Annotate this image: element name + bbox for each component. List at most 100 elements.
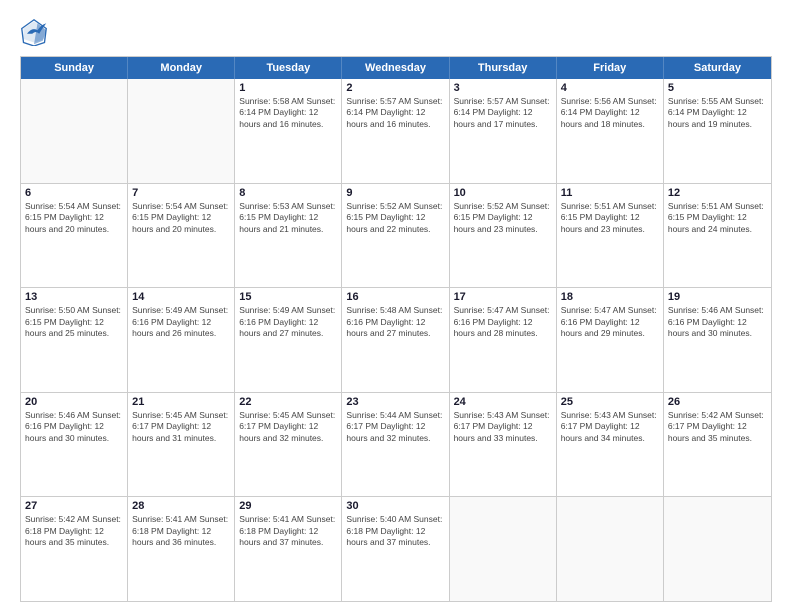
day-number: 4	[561, 82, 659, 94]
calendar-day-13: 13Sunrise: 5:50 AM Sunset: 6:15 PM Dayli…	[21, 288, 128, 392]
day-header-sunday: Sunday	[21, 57, 128, 79]
day-header-saturday: Saturday	[664, 57, 771, 79]
calendar-week-4: 20Sunrise: 5:46 AM Sunset: 6:16 PM Dayli…	[21, 392, 771, 497]
day-info: Sunrise: 5:55 AM Sunset: 6:14 PM Dayligh…	[668, 96, 767, 130]
day-info: Sunrise: 5:54 AM Sunset: 6:15 PM Dayligh…	[25, 201, 123, 235]
day-header-thursday: Thursday	[450, 57, 557, 79]
calendar-day-14: 14 Sunrise: 5:49 AM Sunset: 6:16 PM Dayli…	[128, 288, 235, 392]
day-number: 30	[346, 500, 444, 512]
day-info: Sunrise: 5:42 AM Sunset: 6:17 PM Dayligh…	[668, 410, 767, 444]
day-info: Sunrise: 5:43 AM Sunset: 6:17 PM Dayligh…	[561, 410, 659, 444]
day-info: Sunrise: 5:57 AM Sunset: 6:14 PM Dayligh…	[454, 96, 552, 130]
calendar-day-4: 4 Sunrise: 5:56 AM Sunset: 6:14 PM Daylig…	[557, 79, 664, 183]
calendar-day-7: 7 Sunrise: 5:54 AM Sunset: 6:15 PM Daylig…	[128, 184, 235, 288]
day-number: 5	[668, 82, 767, 94]
calendar-empty-cell	[21, 79, 128, 183]
calendar-empty-cell	[557, 497, 664, 601]
calendar-day-27: 27 Sunrise: 5:42 AM Sunset: 6:18 PM Dayli…	[21, 497, 128, 601]
day-info: Sunrise: 5:57 AM Sunset: 6:14 PM Dayligh…	[346, 96, 444, 130]
calendar-day-29: 29 Sunrise: 5:41 AM Sunset: 6:18 PM Dayli…	[235, 497, 342, 601]
day-number: 7	[132, 187, 230, 199]
day-number: 29	[239, 500, 337, 512]
calendar-day-8: 8 Sunrise: 5:53 AM Sunset: 6:15 PM Daylig…	[235, 184, 342, 288]
calendar-empty-cell	[450, 497, 557, 601]
day-number: 15	[239, 291, 337, 303]
day-header-friday: Friday	[557, 57, 664, 79]
calendar-empty-cell	[664, 497, 771, 601]
day-info: Sunrise: 5:51 AM Sunset: 6:15 PM Dayligh…	[561, 201, 659, 235]
day-info: Sunrise: 5:54 AM Sunset: 6:15 PM Dayligh…	[132, 201, 230, 235]
day-number: 18	[561, 291, 659, 303]
day-info: Sunrise: 5:49 AM Sunset: 6:16 PM Dayligh…	[132, 305, 230, 339]
day-number: 17	[454, 291, 552, 303]
day-number: 10	[454, 187, 552, 199]
day-info: Sunrise: 5:56 AM Sunset: 6:14 PM Dayligh…	[561, 96, 659, 130]
calendar-empty-cell	[128, 79, 235, 183]
day-info: Sunrise: 5:45 AM Sunset: 6:17 PM Dayligh…	[239, 410, 337, 444]
day-number: 2	[346, 82, 444, 94]
calendar-day-12: 12 Sunrise: 5:51 AM Sunset: 6:15 PM Dayli…	[664, 184, 771, 288]
day-number: 14	[132, 291, 230, 303]
day-number: 3	[454, 82, 552, 94]
logo-icon	[20, 18, 48, 46]
day-header-monday: Monday	[128, 57, 235, 79]
calendar-header: SundayMondayTuesdayWednesdayThursdayFrid…	[21, 57, 771, 79]
calendar-day-28: 28Sunrise: 5:41 AM Sunset: 6:18 PM Dayli…	[128, 497, 235, 601]
day-info: Sunrise: 5:45 AM Sunset: 6:17 PM Dayligh…	[132, 410, 230, 444]
day-number: 19	[668, 291, 767, 303]
day-number: 26	[668, 396, 767, 408]
day-info: Sunrise: 5:46 AM Sunset: 6:16 PM Dayligh…	[668, 305, 767, 339]
day-info: Sunrise: 5:51 AM Sunset: 6:15 PM Dayligh…	[668, 201, 767, 235]
day-header-tuesday: Tuesday	[235, 57, 342, 79]
day-number: 28	[132, 500, 230, 512]
day-info: Sunrise: 5:41 AM Sunset: 6:18 PM Dayligh…	[239, 514, 337, 548]
calendar-day-26: 26 Sunrise: 5:42 AM Sunset: 6:17 PM Dayli…	[664, 393, 771, 497]
calendar-day-15: 15 Sunrise: 5:49 AM Sunset: 6:16 PM Dayli…	[235, 288, 342, 392]
day-info: Sunrise: 5:50 AM Sunset: 6:15 PM Dayligh…	[25, 305, 123, 339]
calendar-week-2: 6 Sunrise: 5:54 AM Sunset: 6:15 PM Daylig…	[21, 183, 771, 288]
day-info: Sunrise: 5:43 AM Sunset: 6:17 PM Dayligh…	[454, 410, 552, 444]
day-info: Sunrise: 5:42 AM Sunset: 6:18 PM Dayligh…	[25, 514, 123, 548]
calendar-day-21: 21 Sunrise: 5:45 AM Sunset: 6:17 PM Dayli…	[128, 393, 235, 497]
calendar-day-6: 6 Sunrise: 5:54 AM Sunset: 6:15 PM Daylig…	[21, 184, 128, 288]
header	[20, 18, 772, 46]
calendar-day-30: 30Sunrise: 5:40 AM Sunset: 6:18 PM Dayli…	[342, 497, 449, 601]
day-info: Sunrise: 5:47 AM Sunset: 6:16 PM Dayligh…	[454, 305, 552, 339]
day-number: 20	[25, 396, 123, 408]
calendar-day-2: 2 Sunrise: 5:57 AM Sunset: 6:14 PM Daylig…	[342, 79, 449, 183]
day-info: Sunrise: 5:52 AM Sunset: 6:15 PM Dayligh…	[454, 201, 552, 235]
calendar-day-23: 23 Sunrise: 5:44 AM Sunset: 6:17 PM Dayli…	[342, 393, 449, 497]
calendar-day-10: 10 Sunrise: 5:52 AM Sunset: 6:15 PM Dayli…	[450, 184, 557, 288]
calendar-day-25: 25Sunrise: 5:43 AM Sunset: 6:17 PM Dayli…	[557, 393, 664, 497]
calendar: SundayMondayTuesdayWednesdayThursdayFrid…	[20, 56, 772, 602]
day-number: 23	[346, 396, 444, 408]
calendar-day-17: 17 Sunrise: 5:47 AM Sunset: 6:16 PM Dayli…	[450, 288, 557, 392]
day-info: Sunrise: 5:44 AM Sunset: 6:17 PM Dayligh…	[346, 410, 444, 444]
day-number: 21	[132, 396, 230, 408]
day-info: Sunrise: 5:49 AM Sunset: 6:16 PM Dayligh…	[239, 305, 337, 339]
day-number: 24	[454, 396, 552, 408]
day-number: 27	[25, 500, 123, 512]
calendar-week-5: 27 Sunrise: 5:42 AM Sunset: 6:18 PM Dayli…	[21, 496, 771, 601]
day-info: Sunrise: 5:58 AM Sunset: 6:14 PM Dayligh…	[239, 96, 337, 130]
day-info: Sunrise: 5:48 AM Sunset: 6:16 PM Dayligh…	[346, 305, 444, 339]
calendar-day-19: 19 Sunrise: 5:46 AM Sunset: 6:16 PM Dayli…	[664, 288, 771, 392]
day-number: 16	[346, 291, 444, 303]
calendar-week-1: 1 Sunrise: 5:58 AM Sunset: 6:14 PM Daylig…	[21, 79, 771, 183]
calendar-day-11: 11Sunrise: 5:51 AM Sunset: 6:15 PM Dayli…	[557, 184, 664, 288]
day-header-wednesday: Wednesday	[342, 57, 449, 79]
day-number: 6	[25, 187, 123, 199]
day-number: 8	[239, 187, 337, 199]
calendar-day-22: 22Sunrise: 5:45 AM Sunset: 6:17 PM Dayli…	[235, 393, 342, 497]
calendar-day-3: 3 Sunrise: 5:57 AM Sunset: 6:14 PM Daylig…	[450, 79, 557, 183]
calendar-day-5: 5 Sunrise: 5:55 AM Sunset: 6:14 PM Daylig…	[664, 79, 771, 183]
calendar-day-16: 16 Sunrise: 5:48 AM Sunset: 6:16 PM Dayli…	[342, 288, 449, 392]
day-number: 9	[346, 187, 444, 199]
logo	[20, 18, 52, 46]
calendar-day-20: 20Sunrise: 5:46 AM Sunset: 6:16 PM Dayli…	[21, 393, 128, 497]
day-number: 1	[239, 82, 337, 94]
day-info: Sunrise: 5:52 AM Sunset: 6:15 PM Dayligh…	[346, 201, 444, 235]
day-number: 12	[668, 187, 767, 199]
calendar-day-18: 18Sunrise: 5:47 AM Sunset: 6:16 PM Dayli…	[557, 288, 664, 392]
day-info: Sunrise: 5:53 AM Sunset: 6:15 PM Dayligh…	[239, 201, 337, 235]
